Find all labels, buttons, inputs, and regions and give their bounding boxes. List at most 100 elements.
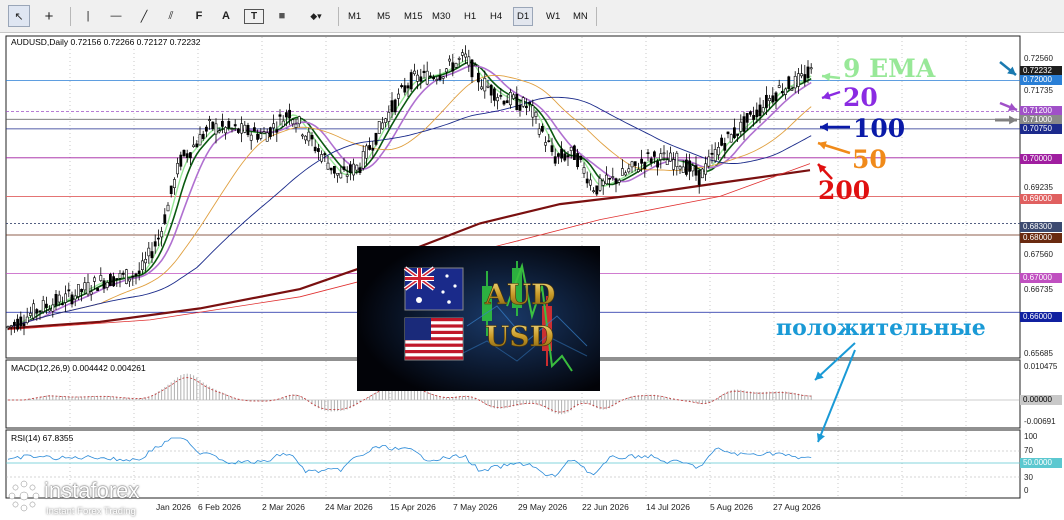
- candle-body: [492, 88, 496, 101]
- candle-body: [291, 119, 295, 125]
- candle-body: [649, 158, 653, 163]
- candle-body: [739, 121, 743, 132]
- candle-body: [281, 120, 285, 127]
- date-axis-label: 22 Jun 2026: [582, 502, 629, 512]
- price-tag: 0.72000: [1020, 75, 1062, 85]
- candle-body: [672, 159, 676, 170]
- date-axis-label: 6 Feb 2026: [198, 502, 242, 512]
- candle-body: [67, 289, 71, 292]
- candle-body: [787, 76, 791, 89]
- candle-body: [508, 92, 512, 106]
- instaforex-tagline: Instant Forex Trading: [46, 506, 136, 517]
- candle-body: [700, 168, 704, 179]
- candle-body: [214, 123, 218, 135]
- candle-body: [425, 70, 429, 85]
- candle-body: [173, 179, 176, 189]
- candle-body: [620, 168, 624, 176]
- aud-usd-inset-image: AUD USD: [357, 246, 600, 391]
- candle-body: [310, 134, 314, 140]
- candle-body: [109, 273, 112, 286]
- candle-body: [441, 76, 445, 79]
- candle-body: [48, 309, 52, 312]
- candle-body: [268, 127, 272, 137]
- candle-body: [588, 179, 592, 186]
- candle-body: [713, 149, 717, 162]
- candle-body: [93, 277, 96, 282]
- candle-body: [464, 53, 468, 58]
- candle-body: [406, 85, 410, 89]
- rsi-label: RSI(14) 67.8355: [10, 433, 75, 443]
- candle-body: [249, 134, 253, 141]
- candle-body: [153, 241, 157, 247]
- candle-body: [435, 79, 439, 81]
- candle-body: [550, 145, 554, 153]
- price-tag: 0.70000: [1020, 154, 1062, 164]
- candle-body: [297, 116, 301, 125]
- candle-body: [544, 142, 548, 146]
- candle-body: [166, 204, 170, 212]
- candle-body: [41, 300, 45, 312]
- candle-body: [604, 174, 608, 185]
- candle-body: [256, 133, 260, 140]
- candle-body: [598, 178, 602, 191]
- candle-body: [169, 185, 173, 194]
- candle-body: [60, 303, 64, 306]
- candle-body: [368, 145, 372, 150]
- candle-body: [480, 86, 484, 90]
- candle-body: [57, 294, 61, 303]
- candle-body: [96, 288, 100, 291]
- instaforex-logo-icon: [8, 480, 40, 512]
- candle-body: [745, 113, 749, 123]
- candle-body: [540, 125, 544, 132]
- annotation-ma-50: 50: [852, 145, 887, 174]
- candle-body: [80, 289, 84, 293]
- candle-body: [668, 152, 672, 162]
- candle-body: [400, 85, 404, 88]
- arrow-gray-tag-icon: [995, 115, 1017, 125]
- candle-body: [697, 170, 701, 185]
- candle-body: [595, 185, 599, 195]
- candle-body: [537, 128, 541, 135]
- candle-body: [345, 174, 349, 177]
- price-tag: 0.66000: [1020, 312, 1062, 322]
- candle-body: [723, 143, 727, 151]
- price-tag: 0.68300: [1020, 222, 1062, 232]
- candle-body: [230, 128, 234, 130]
- candle-body: [707, 156, 711, 167]
- candle-body: [105, 282, 109, 288]
- candle-body: [253, 127, 256, 132]
- candle-body: [211, 121, 215, 130]
- date-axis-label: 2 Mar 2026: [262, 502, 305, 512]
- candle-body: [758, 104, 762, 117]
- candle-body: [355, 164, 359, 171]
- arrow-ma20-tag-icon: [999, 101, 1018, 112]
- candle-body: [768, 98, 772, 102]
- candle-body: [125, 269, 128, 284]
- candle-body: [691, 165, 695, 172]
- candle-body: [572, 145, 576, 160]
- candle-body: [809, 67, 813, 70]
- candle-body: [467, 56, 471, 66]
- annotation-ma-200: 200: [818, 176, 871, 205]
- candle-body: [128, 278, 132, 282]
- candle-body: [19, 316, 23, 327]
- candle-body: [806, 66, 810, 78]
- candle-body: [790, 88, 794, 91]
- candle-body: [659, 153, 663, 160]
- candle-body: [288, 109, 292, 119]
- instaforex-brand: instaforex: [44, 478, 140, 503]
- candle-body: [141, 260, 144, 271]
- candle-body: [51, 304, 55, 312]
- candle-body: [22, 323, 26, 327]
- candle-body: [800, 73, 804, 77]
- candle-body: [704, 163, 708, 175]
- instaforex-watermark: instaforex Instant Forex Trading: [4, 476, 184, 520]
- candle-body: [736, 133, 740, 136]
- candle-body: [195, 143, 199, 148]
- candle-body: [505, 100, 509, 104]
- candle-body: [185, 153, 189, 158]
- candle-body: [732, 127, 736, 139]
- candle-body: [205, 126, 208, 132]
- candle-body: [265, 132, 269, 142]
- candle-body: [784, 88, 788, 95]
